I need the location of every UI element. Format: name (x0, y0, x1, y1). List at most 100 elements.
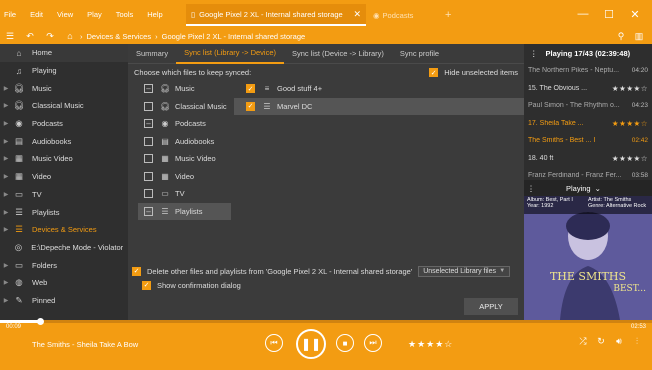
menu-icon[interactable]: ☰ (0, 31, 20, 42)
type-item-podcasts[interactable]: – ◉ Podcasts (138, 115, 231, 133)
menu-file[interactable]: File (4, 10, 16, 19)
back-icon[interactable]: ↶ (20, 31, 40, 42)
menu-tools[interactable]: Tools (116, 10, 134, 19)
minimize-icon[interactable]: — (570, 8, 596, 20)
repeat-icon[interactable]: ↻ (592, 336, 610, 347)
track-rating[interactable]: ★★★★☆ (612, 119, 648, 128)
more-icon[interactable]: ⋮ (524, 184, 538, 193)
hide-unselected-option[interactable]: ✓ Hide unselected items (429, 68, 518, 77)
playlist-item[interactable]: ✓ ☰ Marvel DC (234, 97, 524, 115)
expand-icon[interactable]: ▶ (0, 155, 12, 162)
now-playing-row[interactable]: The Smiths - Best ... I 02:42 (524, 132, 652, 150)
sidebar-item-video[interactable]: ▶ ▦ Video (0, 168, 128, 186)
confirm-dialog-checkbox[interactable]: ✓ (142, 280, 151, 290)
breadcrumb-item[interactable]: Google Pixel 2 XL - Internal shared stor… (162, 32, 306, 41)
tab-sync-profile[interactable]: Sync profile (392, 44, 447, 64)
expand-icon[interactable]: ▶ (0, 279, 12, 286)
sidebar-item-classical-music[interactable]: ▶ 🎧︎ Classical Music (0, 97, 128, 115)
type-item-playlists[interactable]: – ☰ Playlists (138, 202, 231, 220)
now-playing-row[interactable]: 17. Sheila Take ... ★★★★☆ (524, 115, 652, 133)
expand-icon[interactable]: ▶ (0, 191, 12, 198)
shuffle-icon[interactable]: ⤮ (574, 336, 592, 347)
hide-unselected-checkbox[interactable]: ✓ (429, 68, 439, 77)
rating-stars[interactable]: ★★★★☆ (408, 339, 453, 350)
playlist-item[interactable]: ✓ ≡ Good stuff 4+ (234, 80, 524, 98)
now-playing-row[interactable]: The Northern Pikes - Neptu... 04:20 (524, 62, 652, 80)
equalizer-icon[interactable]: ⫶ (628, 336, 646, 347)
sidebar-item-depeche-mode[interactable]: ◎ E:\Depeche Mode - Violator (0, 239, 128, 257)
expand-icon[interactable]: ▶ (0, 209, 12, 216)
panel-toggle-icon[interactable]: ▥ (630, 31, 648, 42)
type-item-video[interactable]: ▦ Video (138, 168, 231, 186)
partial-checkbox[interactable]: – (144, 206, 153, 216)
type-item-classical-music[interactable]: 🎧︎ Classical Music (138, 98, 231, 116)
previous-button[interactable]: ⏮︎ (265, 334, 283, 352)
checkbox[interactable] (144, 154, 153, 164)
sidebar-item-pinned[interactable]: ▶ ✎ Pinned (0, 292, 128, 310)
expand-icon[interactable]: ▶ (0, 120, 12, 127)
tab-summary[interactable]: Summary (128, 44, 176, 64)
partial-checkbox[interactable]: – (144, 119, 153, 129)
search-icon[interactable]: ⚲ (612, 31, 630, 42)
checkbox[interactable] (144, 171, 153, 181)
maximize-icon[interactable]: ☐ (596, 8, 622, 21)
tab-sync-library-to-device[interactable]: Sync list (Library -> Device) (176, 44, 284, 64)
sidebar-item-playlists[interactable]: ▶ ☰ Playlists (0, 203, 128, 221)
close-icon[interactable]: ✕ (622, 8, 648, 21)
sidebar-item-music-video[interactable]: ▶ ▦ Music Video (0, 150, 128, 168)
expand-icon[interactable]: ▶ (0, 226, 12, 233)
tab-podcasts[interactable]: ◉ Podcasts (368, 4, 440, 26)
chevron-down-icon[interactable]: ⌄ (595, 184, 601, 193)
new-tab-button[interactable]: + (440, 4, 456, 26)
delete-other-option[interactable]: ✓ Delete other files and playlists from … (132, 264, 511, 278)
volume-icon[interactable]: 🔊︎ (610, 336, 628, 347)
type-item-audiobooks[interactable]: ▤ Audiobooks (138, 133, 231, 151)
tab-device[interactable]: ▯ Google Pixel 2 XL - Internal shared st… (186, 4, 366, 26)
expand-icon[interactable]: ▶ (0, 262, 12, 269)
sidebar-item-podcasts[interactable]: ▶ ◉ Podcasts (0, 115, 128, 133)
expand-icon[interactable]: ▶ (0, 102, 12, 109)
sidebar-item-home[interactable]: ⌂ Home (0, 44, 128, 62)
menu-help[interactable]: Help (147, 10, 162, 19)
sidebar-item-audiobooks[interactable]: ▶ ▤ Audiobooks (0, 132, 128, 150)
delete-other-checkbox[interactable]: ✓ (132, 266, 141, 276)
menu-play[interactable]: Play (87, 10, 102, 19)
checkbox[interactable]: ✓ (246, 84, 255, 94)
next-button[interactable]: ⏭︎ (364, 334, 382, 352)
sidebar-item-playing[interactable]: ♫ Playing (0, 62, 128, 80)
now-playing-row[interactable]: Paul Simon - The Rhythm o... 04:23 (524, 97, 652, 115)
pause-button[interactable]: ❚❚ (296, 329, 326, 359)
progress-bar[interactable] (0, 318, 652, 325)
home-icon[interactable]: ⌂ (60, 31, 80, 41)
close-icon[interactable]: ✕ (353, 9, 361, 20)
expand-icon[interactable]: ▶ (0, 85, 12, 92)
progress-handle[interactable] (37, 318, 45, 325)
expand-icon[interactable]: ▶ (0, 138, 12, 145)
checkbox[interactable] (144, 101, 153, 111)
partial-checkbox[interactable]: – (144, 84, 153, 94)
now-playing-row[interactable]: 15. The Obvious ... ★★★★☆ (524, 80, 652, 98)
checkbox[interactable] (144, 136, 153, 146)
expand-icon[interactable]: ▶ (0, 173, 12, 180)
menu-edit[interactable]: Edit (30, 10, 43, 19)
menu-view[interactable]: View (57, 10, 73, 19)
forward-icon[interactable]: ↷ (40, 31, 60, 42)
breadcrumb-item[interactable]: Devices & Services (87, 32, 152, 41)
apply-button[interactable]: APPLY (464, 298, 518, 315)
type-item-music-video[interactable]: ▦ Music Video (138, 150, 231, 168)
more-icon[interactable]: ⋮ (530, 49, 538, 58)
delete-scope-dropdown[interactable]: Unselected Library files ▼ (418, 265, 511, 277)
sidebar-item-folders[interactable]: ▶ ▭ Folders (0, 256, 128, 274)
expand-icon[interactable]: ▶ (0, 297, 12, 304)
type-item-tv[interactable]: ▭ TV (138, 185, 231, 203)
track-rating[interactable]: ★★★★☆ (612, 154, 648, 163)
track-rating[interactable]: ★★★★☆ (612, 84, 648, 93)
sidebar-item-tv[interactable]: ▶ ▭ TV (0, 186, 128, 204)
checkbox[interactable]: ✓ (246, 101, 255, 111)
sidebar-item-music[interactable]: ▶ 🎧︎ Music (0, 79, 128, 97)
type-item-music[interactable]: – 🎧︎ Music (138, 80, 231, 98)
confirm-dialog-option[interactable]: ✓ Show confirmation dialog (132, 278, 510, 292)
sidebar-item-devices-services[interactable]: ▶ ☰ Devices & Services (0, 221, 128, 239)
tab-sync-device-to-library[interactable]: Sync list (Device -> Library) (284, 44, 392, 64)
stop-button[interactable]: ■ (336, 334, 354, 352)
